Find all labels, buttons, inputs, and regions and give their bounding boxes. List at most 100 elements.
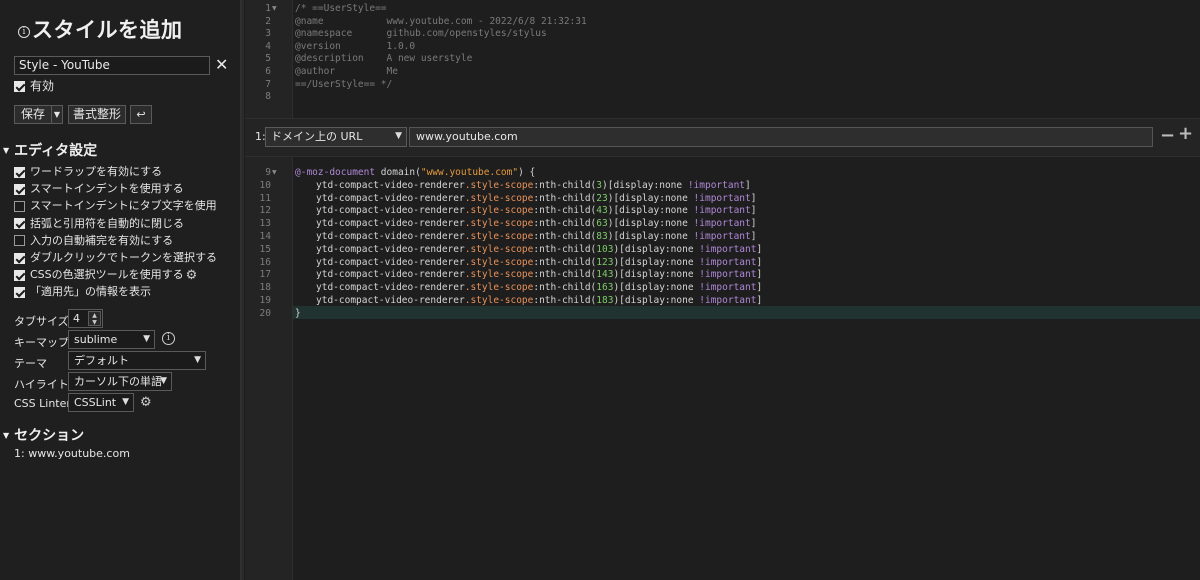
sections-heading[interactable]: ▼ セクション	[3, 425, 84, 445]
code-important: !important	[693, 269, 757, 281]
editor-option[interactable]: 入力の自動補完を有効にする	[14, 232, 173, 248]
format-button[interactable]: 書式整形	[68, 105, 126, 124]
triangle-down-icon: ▼	[3, 431, 10, 440]
enabled-checkbox-row[interactable]: 有効	[14, 77, 54, 94]
minus-icon[interactable]: −	[1160, 125, 1175, 146]
editor-settings-heading[interactable]: ▼ エディタ設定	[3, 140, 97, 160]
code-line: ytd-compact-video-renderer.style-scope:n…	[316, 282, 762, 293]
code-class: .style-scope	[464, 192, 534, 204]
style-name-input[interactable]: Style - YouTube	[14, 56, 210, 75]
save-dropdown-button[interactable]: ▼	[51, 105, 63, 124]
code-text: ]	[750, 205, 757, 217]
code-important: !important	[682, 179, 746, 191]
linter-label: CSS Linter	[14, 397, 71, 410]
code-number: 143	[596, 269, 614, 281]
editor-option[interactable]: 括弧と引用符を自動的に閉じる	[14, 215, 184, 231]
page-title-row: i スタイルを追加	[18, 14, 183, 44]
info-icon[interactable]: i	[18, 26, 30, 38]
editor-option[interactable]: スマートインデントにタブ文字を使用	[14, 197, 217, 213]
code-number: 123	[596, 256, 614, 268]
editor-option[interactable]: ダブルクリックでトークンを選択する	[14, 249, 217, 265]
keymap-select[interactable]: sublime ▼	[68, 330, 155, 349]
code-selector: ytd-compact-video-renderer	[316, 192, 465, 204]
code-line: @name www.youtube.com - 2022/6/8 21:32:3…	[295, 15, 587, 27]
section-link[interactable]: 1: www.youtube.com	[14, 447, 130, 460]
code-value: none	[664, 192, 688, 204]
editor-option[interactable]: CSSの色選択ツールを使用する ⚙	[14, 266, 197, 283]
code-line: /* ==UserStyle==	[295, 3, 387, 14]
editor-option[interactable]: 「適用先」の情報を表示	[14, 283, 151, 299]
line-number: 1	[265, 3, 271, 14]
code-pseudo: :nth-child(	[533, 282, 597, 294]
fold-arrow-icon[interactable]: ▼	[272, 5, 277, 12]
line-number: 10	[259, 179, 271, 191]
code-text: )[display:	[607, 231, 665, 242]
code-line: ytd-compact-video-renderer.style-scope:n…	[316, 205, 756, 216]
option-label: スマートインデントを使用する	[30, 182, 184, 196]
code-important: !important	[687, 205, 751, 217]
spinner-icon[interactable]: ▲ ▼	[88, 311, 101, 326]
gear-icon[interactable]: ⚙	[140, 395, 152, 410]
active-line-highlight	[293, 306, 1200, 319]
chevron-down-icon: ▼	[194, 355, 201, 365]
option-checkbox[interactable]	[14, 269, 25, 281]
gear-icon[interactable]: ⚙	[186, 268, 198, 283]
code-pseudo: :nth-child(	[533, 179, 597, 191]
code-class: .style-scope	[464, 231, 534, 242]
linter-select[interactable]: CSSLint ▼	[68, 393, 134, 412]
code-editor[interactable]: 9 ▼ @-moz-document domain("www.youtube.com…	[245, 157, 1200, 580]
option-checkbox[interactable]	[14, 218, 25, 230]
sidebar: i スタイルを追加 Style - YouTube ✕ 有効 保存 ▼ 書式整形…	[0, 0, 240, 580]
option-checkbox[interactable]	[14, 235, 25, 247]
code-value: none	[670, 256, 694, 268]
code-important: !important	[687, 231, 751, 242]
editor-option[interactable]: スマートインデントを使用する	[14, 180, 184, 196]
keymap-label: キーマップ	[14, 336, 69, 349]
option-label: 「適用先」の情報を表示	[30, 285, 151, 299]
code-important: !important	[687, 218, 751, 230]
code-important: !important	[693, 282, 757, 294]
code-value: none	[670, 295, 694, 306]
save-button[interactable]: 保存	[14, 105, 52, 124]
theme-label: テーマ	[14, 357, 47, 370]
code-text: ) {	[518, 167, 536, 178]
line-number: 19	[259, 295, 271, 306]
option-checkbox[interactable]	[14, 200, 25, 212]
line-number: 16	[259, 256, 271, 268]
option-label: CSSの色選択ツールを使用する	[30, 268, 184, 282]
plus-icon[interactable]: +	[1178, 123, 1193, 144]
code-selector: ytd-compact-video-renderer	[316, 243, 465, 255]
code-important: !important	[693, 295, 757, 306]
line-number: 2	[265, 15, 271, 27]
wrap-toggle-button[interactable]: ↩	[130, 105, 152, 124]
editor-option[interactable]: ワードラップを有効にする	[14, 163, 162, 179]
theme-select[interactable]: デフォルト ▼	[68, 351, 206, 370]
code-value: none	[664, 218, 688, 230]
applies-to-type-select[interactable]: ドメイン上の URL ▼	[265, 127, 407, 147]
line-number: 18	[259, 282, 271, 294]
tab-size-input[interactable]: 4 ▲ ▼	[68, 309, 103, 328]
code-number: 83	[596, 231, 608, 242]
line-number: 9	[265, 167, 271, 178]
close-icon[interactable]: ✕	[215, 55, 228, 74]
option-checkbox[interactable]	[14, 183, 25, 195]
option-checkbox[interactable]	[14, 252, 25, 264]
highlight-select[interactable]: カーソル下の単語 ▼	[68, 372, 172, 391]
sidebar-resize-handle[interactable]	[240, 0, 244, 580]
triangle-down-icon: ▼	[3, 146, 10, 155]
option-checkbox[interactable]	[14, 286, 25, 298]
code-class: .style-scope	[464, 282, 534, 294]
highlight-label: ハイライト	[14, 378, 69, 391]
enabled-checkbox[interactable]	[14, 81, 25, 92]
code-class: .style-scope	[464, 218, 534, 230]
code-keyword: @-moz-document	[295, 167, 376, 178]
applies-to-url-input[interactable]: www.youtube.com	[409, 127, 1153, 147]
wrap-icon: ↩	[136, 108, 146, 121]
code-selector: ytd-compact-video-renderer	[316, 179, 465, 191]
info-icon[interactable]: i	[162, 332, 175, 345]
code-text: )[display:	[613, 295, 671, 306]
option-checkbox[interactable]	[14, 166, 25, 178]
fold-arrow-icon[interactable]: ▼	[272, 169, 277, 176]
code-pseudo: :nth-child(	[533, 192, 597, 204]
code-editor-header[interactable]: 1 ▼ /* ==UserStyle== 2 @name www.youtube.com…	[245, 0, 1200, 118]
